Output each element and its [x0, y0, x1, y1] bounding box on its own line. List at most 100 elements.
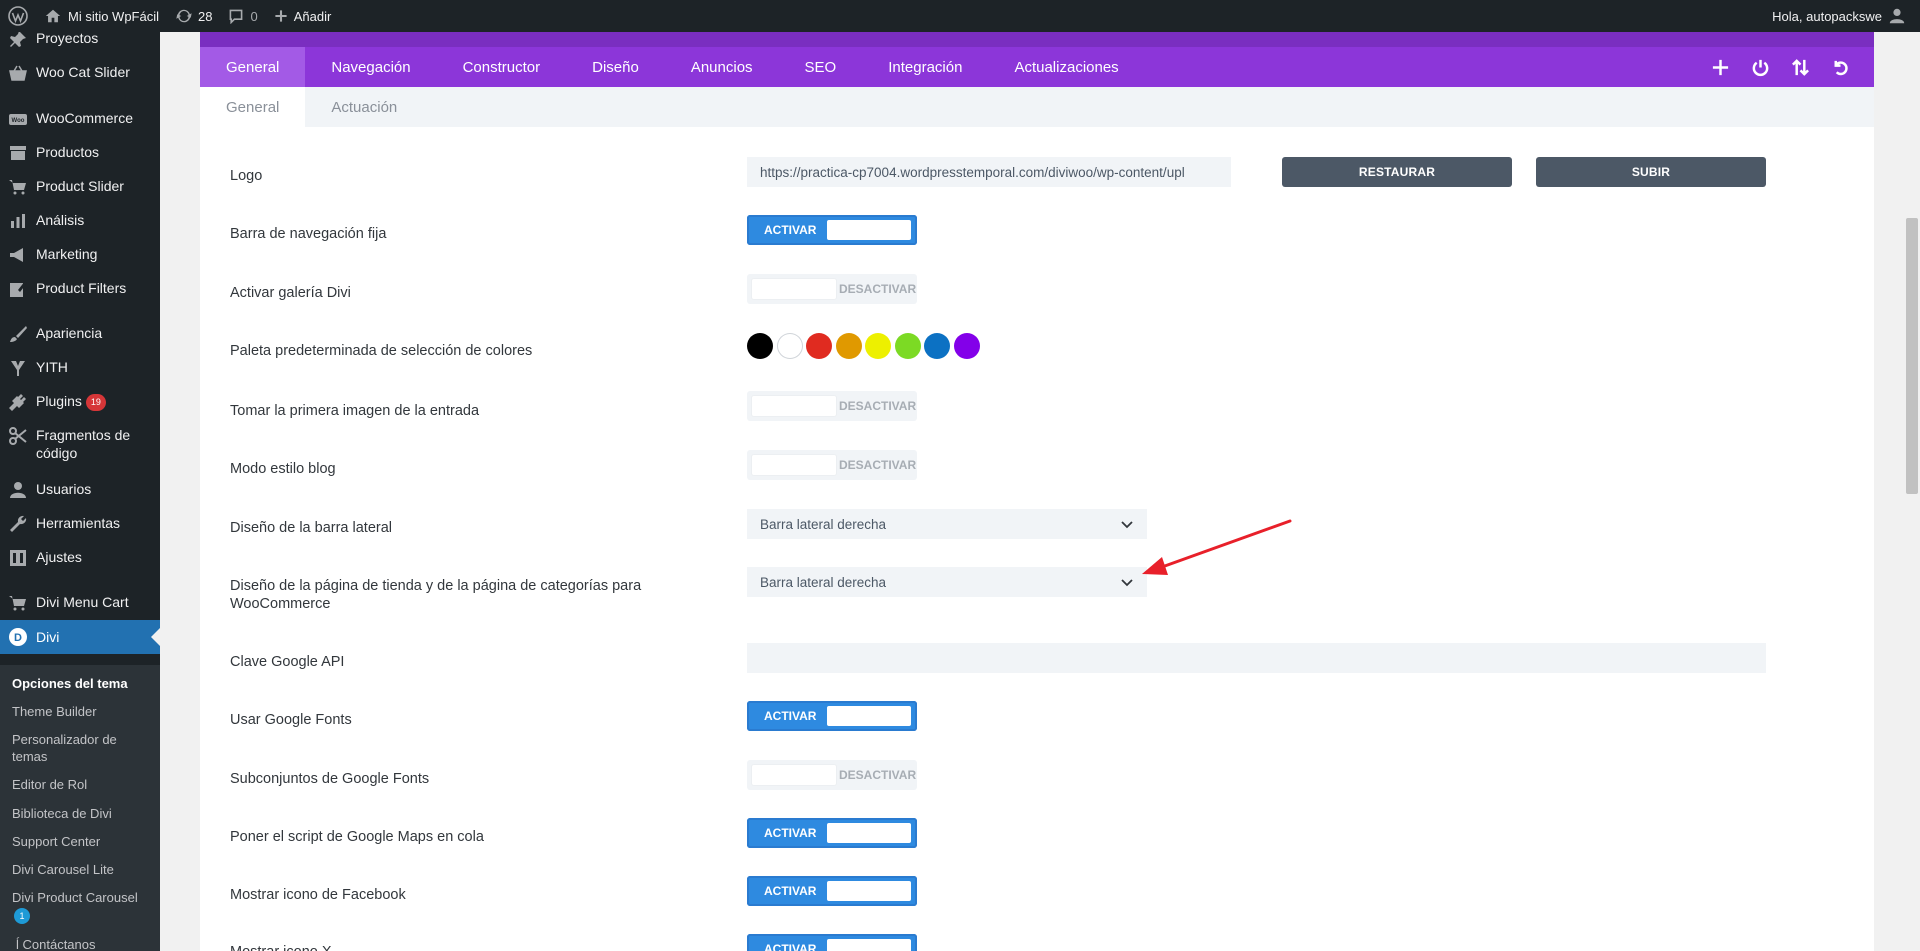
blog-style-toggle[interactable]: DESACTIVAR [747, 450, 917, 480]
divi-gallery-label: Activar galería Divi [230, 285, 351, 301]
sidebar-item-proyectos[interactable]: Proyectos [0, 32, 160, 49]
pin-icon [0, 32, 36, 49]
toggle-knob [827, 881, 911, 901]
submenu-theme-builder[interactable]: Theme Builder [12, 703, 157, 720]
submenu-opciones-del-tema[interactable]: Opciones del tema [12, 675, 157, 692]
subtab-general[interactable]: General [200, 87, 306, 127]
submenu-divi-carousel-lite[interactable]: Divi Carousel Lite [12, 861, 157, 878]
basket-icon [0, 63, 36, 83]
fixed-nav-toggle[interactable]: ACTIVAR [747, 215, 917, 245]
logo-url-field[interactable]: https://practica-cp7004.wordpresstempora… [747, 157, 1231, 187]
sidebar-layout-select[interactable]: Barra lateral derecha [747, 509, 1147, 539]
bar-chart-icon [0, 211, 36, 231]
toggle-knob [827, 823, 911, 843]
subtab-actuacion[interactable]: Actuación [305, 87, 423, 127]
tab-navegacion[interactable]: Navegación [305, 47, 436, 87]
power-icon[interactable] [1740, 58, 1780, 77]
comments-count: 0 [250, 8, 258, 24]
sidebar-item-product-filters[interactable]: Product Filters [0, 279, 160, 299]
google-api-label: Clave Google API [230, 654, 345, 670]
google-fonts-label: Usar Google Fonts [230, 712, 352, 728]
color-swatch[interactable] [835, 333, 862, 359]
sidebar-item-analisis[interactable]: Análisis [0, 211, 160, 231]
wordpress-logo-icon[interactable] [0, 0, 36, 32]
home-icon [45, 9, 61, 23]
sidebar-item-yith[interactable]: YITH [0, 358, 160, 378]
google-fonts-toggle[interactable]: ACTIVAR [747, 701, 917, 731]
google-api-key-field[interactable] [747, 643, 1766, 673]
blog-style-label: Modo estilo blog [230, 461, 336, 477]
tab-general[interactable]: General [200, 47, 306, 87]
google-fonts-subsets-toggle[interactable]: DESACTIVAR [747, 760, 917, 790]
updates-link[interactable]: 28 [167, 0, 220, 32]
sort-arrows-icon[interactable] [1780, 58, 1820, 77]
tab-actualizaciones[interactable]: Actualizaciones [988, 47, 1144, 87]
tab-constructor[interactable]: Constructor [437, 47, 567, 87]
facebook-icon-toggle[interactable]: ACTIVAR [747, 876, 917, 906]
first-image-label: Tomar la primera imagen de la entrada [230, 403, 480, 419]
submenu-personalizador[interactable]: Personalizador de temas [12, 731, 142, 765]
color-swatch[interactable] [776, 333, 803, 359]
x-icon-toggle[interactable]: ACTIVAR [747, 934, 917, 951]
site-name: Mi sitio WpFácil [68, 8, 160, 24]
divi-icon: D [0, 627, 36, 647]
toggle-knob [752, 455, 836, 475]
submenu-contactanos[interactable]: ĺ Contáctanos [16, 936, 160, 951]
sidebar-item-ajustes[interactable]: Ajustes [0, 548, 160, 568]
color-swatch[interactable] [747, 333, 773, 359]
submenu-divi-product-carousel[interactable]: Divi Product Carousel 1 [12, 889, 157, 924]
megaphone-icon [0, 245, 36, 265]
comments-link[interactable]: 0 [220, 0, 265, 32]
sidebar-item-apariencia[interactable]: Apariencia [0, 324, 160, 344]
first-image-toggle[interactable]: DESACTIVAR [747, 391, 917, 421]
comment-icon [230, 9, 243, 24]
updates-count: 28 [198, 8, 213, 24]
sidebar-item-product-slider[interactable]: Product Slider [0, 177, 160, 197]
site-name-link[interactable]: Mi sitio WpFácil [36, 0, 167, 32]
upload-button[interactable]: SUBIR [1536, 157, 1766, 187]
color-swatch[interactable] [865, 333, 891, 359]
plugins-update-badge: 19 [85, 393, 106, 411]
panel-header [200, 32, 1874, 47]
chevron-down-icon [1121, 521, 1133, 529]
sidebar-item-woo-cat-slider[interactable]: Woo Cat Slider [0, 63, 160, 83]
google-maps-toggle[interactable]: ACTIVAR [747, 818, 917, 848]
sidebar-item-fragmentos[interactable]: Fragmentos de código [0, 426, 160, 462]
color-swatch[interactable] [953, 333, 980, 359]
divi-gallery-toggle[interactable]: DESACTIVAR [747, 274, 917, 304]
submenu-editor-de-rol[interactable]: Editor de Rol [12, 776, 157, 793]
color-swatch[interactable] [806, 333, 832, 359]
sidebar-item-plugins[interactable]: Plugins 19 [0, 392, 160, 412]
add-new-link[interactable]: Añadir [266, 0, 340, 32]
toggle-knob [752, 765, 836, 785]
color-swatch[interactable] [894, 333, 921, 359]
yith-icon [0, 358, 36, 378]
google-fonts-subsets-label: Subconjuntos de Google Fonts [230, 771, 430, 787]
plus-icon[interactable] [1700, 58, 1740, 77]
shop-layout-select[interactable]: Barra lateral derecha [747, 567, 1147, 597]
sidebar-item-woocommerce[interactable]: Woo WooCommerce [0, 109, 160, 129]
edit-icon [0, 279, 36, 299]
wrench-icon [0, 514, 36, 534]
greeting: Hola, autopackswe [1772, 8, 1882, 24]
sidebar-item-divi[interactable]: D Divi [0, 620, 160, 654]
tab-anuncios[interactable]: Anuncios [665, 47, 779, 87]
color-swatch[interactable] [924, 333, 950, 359]
sidebar-item-herramientas[interactable]: Herramientas [0, 514, 160, 534]
scrollbar-thumb[interactable] [1906, 218, 1918, 494]
submenu-support-center[interactable]: Support Center [12, 833, 157, 850]
restore-button[interactable]: RESTAURAR [1282, 157, 1512, 187]
tab-diseno[interactable]: Diseño [566, 47, 665, 87]
sidebar-item-marketing[interactable]: Marketing [0, 245, 160, 265]
color-palette-label: Paleta predeterminada de selección de co… [230, 343, 533, 359]
my-account[interactable]: Hola, autopackswe [1772, 7, 1920, 25]
sidebar-item-divi-menu-cart[interactable]: Divi Menu Cart [0, 593, 160, 613]
sidebar-item-usuarios[interactable]: Usuarios [0, 480, 160, 500]
tab-integracion[interactable]: Integración [862, 47, 988, 87]
submenu-biblioteca[interactable]: Biblioteca de Divi [12, 805, 157, 822]
undo-icon[interactable] [1820, 58, 1860, 77]
tab-seo[interactable]: SEO [779, 47, 863, 87]
scissors-icon [0, 426, 36, 446]
toggle-knob [827, 939, 911, 951]
sidebar-item-productos[interactable]: Productos [0, 143, 160, 163]
